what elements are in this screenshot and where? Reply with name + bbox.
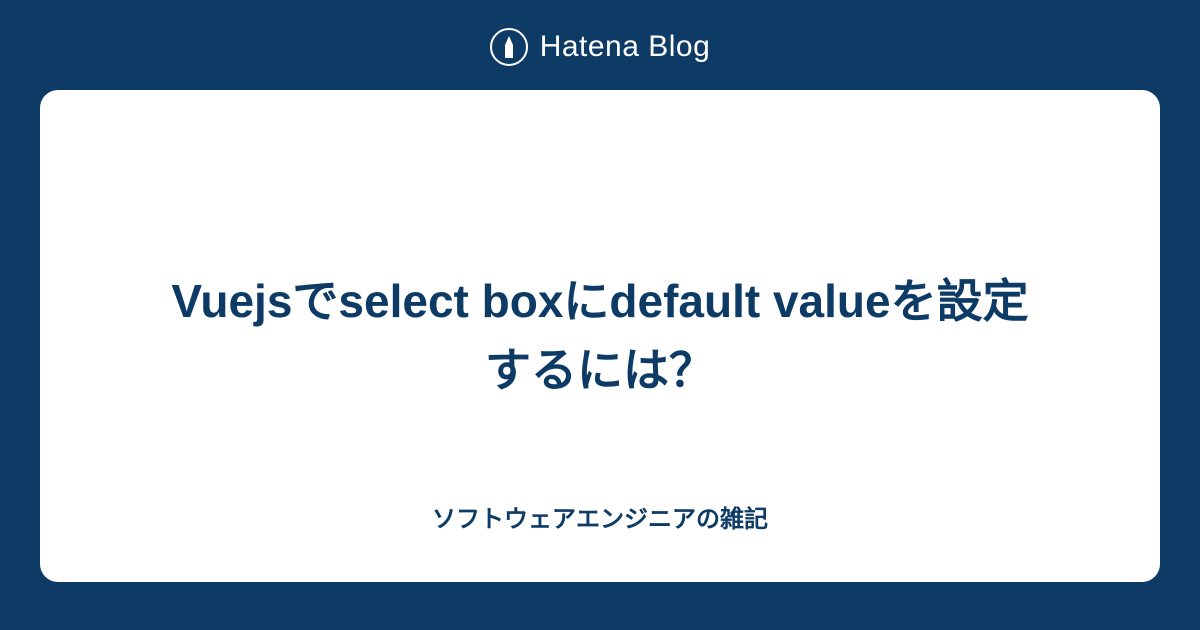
blog-name: ソフトウェアエンジニアの雑記: [432, 499, 768, 534]
article-card: Vuejsでselect boxにdefault valueを設定するには？ ソ…: [40, 90, 1160, 582]
brand-name: Hatena Blog: [540, 30, 711, 64]
article-title: Vuejsでselect boxにdefault valueを設定するには？: [150, 267, 1050, 405]
hatena-pen-icon: [490, 28, 528, 66]
header: Hatena Blog: [490, 0, 711, 90]
